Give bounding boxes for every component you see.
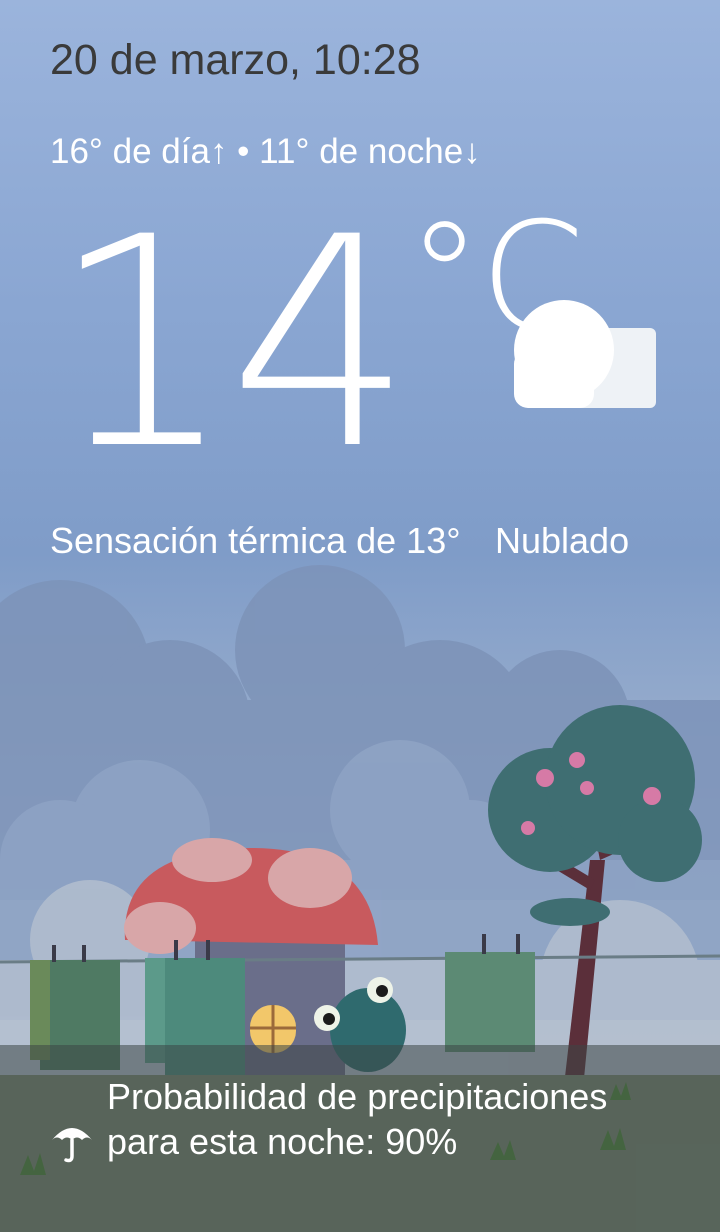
precipitation-chance: Probabilidad de precipitaciones para est… (107, 1076, 608, 1162)
condition-label: Nublado (495, 520, 630, 561)
umbrella-icon (52, 1128, 92, 1163)
current-temperature: 14°C (50, 200, 585, 490)
high-low-temperature: 16° de día↑ • 11° de noche↓ (50, 132, 481, 171)
date-time-label: 20 de marzo, 10:28 (50, 36, 421, 84)
cloud-icon (514, 300, 656, 408)
temperature-value: 14 (50, 176, 413, 513)
feels-like-label: Sensación térmica de 13° (50, 520, 461, 561)
